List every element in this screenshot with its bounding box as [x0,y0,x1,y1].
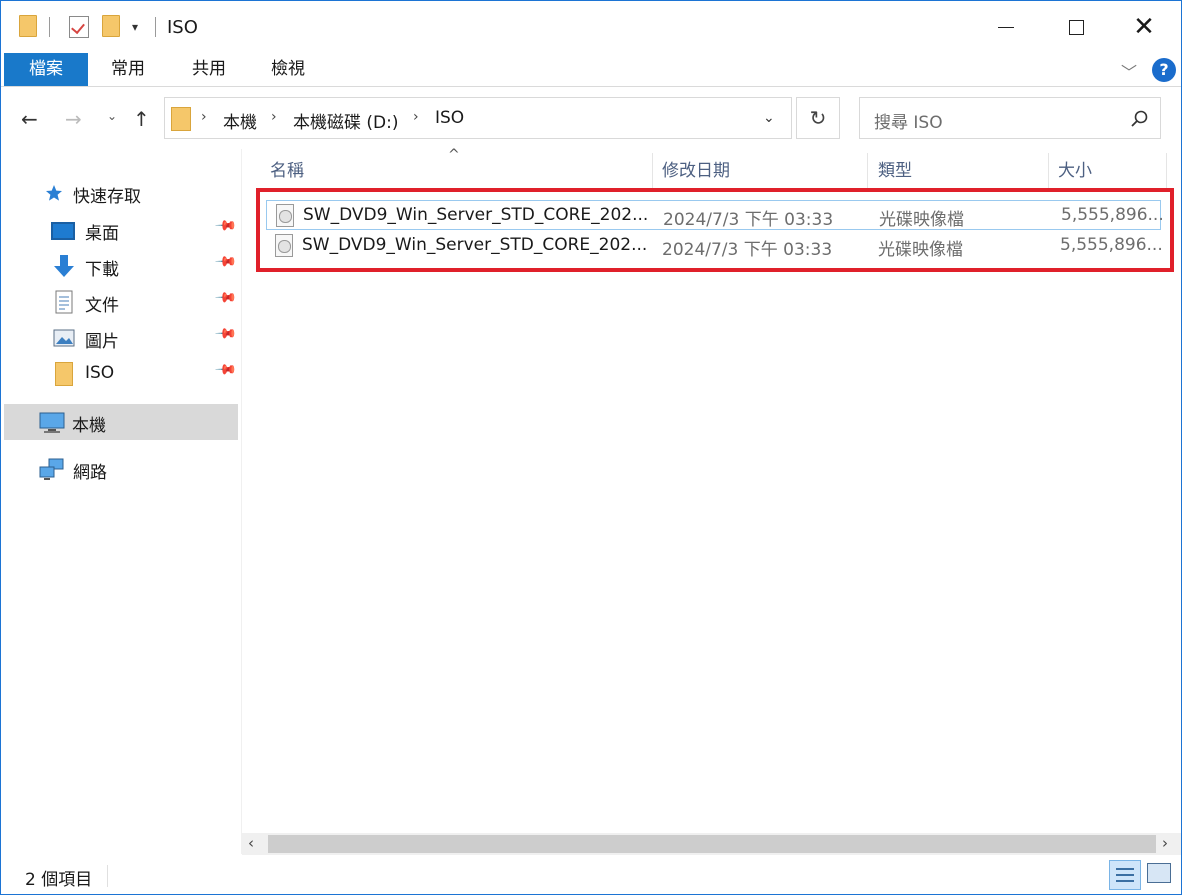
sidebar-item-label: 圖片 [85,332,119,352]
folder-icon [171,107,191,131]
column-header-name[interactable]: 名稱 [270,153,650,189]
sidebar-item-documents[interactable]: 文件 📌 [1,284,238,320]
column-divider[interactable] [652,153,653,189]
scrollbar-thumb[interactable] [268,835,1156,853]
help-icon[interactable]: ? [1152,58,1176,82]
horizontal-scrollbar[interactable]: ‹ › [242,833,1181,855]
column-header-date-modified[interactable]: 修改日期 [662,153,862,189]
navigation-bar: ← → ⌄ ↑ › 本機 › 本機磁碟 (D:) › ISO ⌄ ↻ 搜尋 IS… [1,87,1181,149]
column-header-type[interactable]: 類型 [878,153,1048,189]
properties-icon[interactable] [69,16,89,38]
details-view-icon [1116,880,1134,882]
sidebar-item-this-pc[interactable]: 本機 [4,404,238,440]
highlight-annotation [256,188,1174,272]
scroll-right-icon[interactable]: › [1162,834,1168,852]
sidebar-item-label: 快速存取 [73,187,141,207]
toolbar-separator [49,17,50,37]
maximize-button[interactable] [1041,1,1111,53]
download-icon [54,255,74,277]
title-bar: ▾ ISO ✕ [1,1,1181,53]
quick-access-dropdown-icon[interactable]: ▾ [132,20,138,34]
folder-icon [19,15,37,37]
column-divider[interactable] [1166,153,1167,189]
pictures-icon [53,329,75,347]
sidebar-item-pictures[interactable]: 圖片 📌 [1,320,238,356]
file-explorer-window: ▾ ISO ✕ 檔案 常用 共用 檢視 ﹀ ? ← → ⌄ ↑ › 本機 › 本… [0,0,1182,895]
sidebar-item-label: 文件 [85,296,119,316]
sidebar-item-quick-access[interactable]: 快速存取 [1,175,238,211]
details-view-button[interactable] [1109,860,1141,890]
breadcrumb-separator-icon[interactable]: › [201,109,207,125]
tab-share[interactable]: 共用 [188,53,230,86]
navigation-pane: 快速存取 桌面 📌 下載 📌 文件 📌 圖片 📌 ISO 📌 本機 網路 [1,149,241,854]
computer-icon [39,412,65,433]
search-icon[interactable] [1130,109,1150,129]
new-folder-icon[interactable] [102,15,120,37]
maximize-icon [1068,19,1084,35]
item-count: 2 個項目 [25,870,93,890]
minimize-icon [998,26,1014,28]
breadcrumb-this-pc[interactable]: 本機 [223,108,257,133]
breadcrumb-local-disk[interactable]: 本機磁碟 (D:) [293,108,399,133]
status-separator [107,865,108,887]
desktop-icon [51,222,75,240]
large-icons-view-button[interactable] [1147,863,1171,883]
sidebar-item-label: 本機 [72,416,106,436]
star-icon [46,185,62,201]
address-bar[interactable]: › 本機 › 本機磁碟 (D:) › ISO ⌄ [164,97,792,139]
column-header-size[interactable]: 大小 [1058,153,1158,189]
forward-arrow-icon[interactable]: → [65,107,82,131]
scroll-left-icon[interactable]: ‹ [248,834,254,852]
document-icon [55,290,73,314]
tab-view[interactable]: 檢視 [267,53,309,86]
sidebar-item-iso[interactable]: ISO 📌 [1,356,238,392]
back-arrow-icon[interactable]: ← [21,107,38,131]
refresh-button[interactable]: ↻ [796,97,840,139]
pin-icon[interactable]: 📌 [214,214,238,238]
breadcrumb-separator-icon[interactable]: › [413,109,419,125]
sidebar-item-network[interactable]: 網路 [1,451,238,487]
pin-icon[interactable]: 📌 [214,286,238,310]
column-divider[interactable] [1048,153,1049,189]
details-view-icon [1116,868,1134,870]
network-icon [39,458,64,480]
pin-icon[interactable]: 📌 [214,250,238,274]
minimize-button[interactable] [971,1,1041,53]
search-box[interactable]: 搜尋 ISO [859,97,1161,139]
sidebar-item-downloads[interactable]: 下載 📌 [1,248,238,284]
sidebar-item-label: 桌面 [85,224,119,244]
details-view-icon [1116,874,1134,876]
breadcrumb-iso[interactable]: ISO [435,108,464,128]
ribbon-tabs: 檔案 常用 共用 檢視 ﹀ ? [1,53,1181,87]
tab-file[interactable]: 檔案 [4,53,88,86]
close-button[interactable]: ✕ [1109,1,1179,53]
address-dropdown-icon[interactable]: ⌄ [763,110,775,126]
sidebar-item-desktop[interactable]: 桌面 📌 [1,212,238,248]
breadcrumb-separator-icon[interactable]: › [271,109,277,125]
sidebar-item-label: ISO [85,363,115,383]
search-input[interactable]: 搜尋 ISO [874,108,943,133]
pin-icon[interactable]: 📌 [214,322,238,346]
folder-icon [55,362,73,386]
tab-home[interactable]: 常用 [107,53,149,86]
column-divider[interactable] [867,153,868,189]
sidebar-item-label: 網路 [73,463,107,483]
toolbar-separator [155,17,156,37]
pin-icon[interactable]: 📌 [214,358,238,382]
sidebar-item-label: 下載 [85,260,119,280]
up-arrow-icon[interactable]: ↑ [133,107,150,131]
expand-ribbon-icon[interactable]: ﹀ [1121,59,1137,83]
status-bar: 2 個項目 [1,855,1181,895]
window-title: ISO [167,17,198,38]
recent-locations-icon[interactable]: ⌄ [107,109,117,123]
